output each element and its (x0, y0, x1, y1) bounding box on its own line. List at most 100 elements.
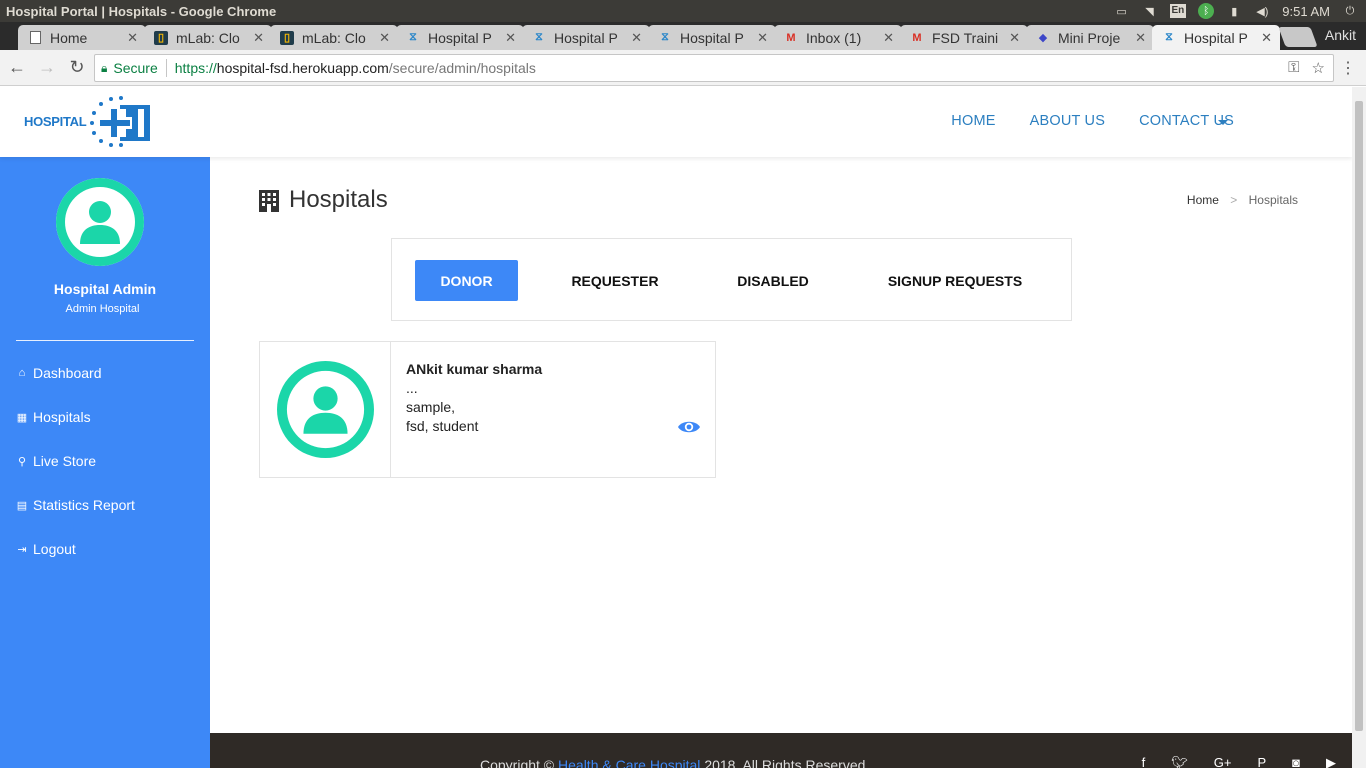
logout-icon: ⇥ (17, 544, 27, 556)
scrollbar-thumb[interactable] (1355, 101, 1363, 731)
copyright-link[interactable]: Health & Care Hospital (558, 757, 700, 768)
copyright-prefix: Copyright © (480, 757, 555, 768)
social-links: f 🐦︎ G+ P ◙ ▶ (1142, 755, 1336, 768)
google-plus-icon[interactable]: G+ (1214, 755, 1232, 768)
donor-name: ANkit kumar sharma (406, 361, 543, 377)
browser-tab-strip: Home ✕ ▯ mLab: Clo ✕ ▯ mLab: Clo ✕ ⧖ Hos… (0, 22, 1366, 50)
system-tray: ▭ ◥ En ᛒ ▮ ◀) 9:51 AM ⏻ (1114, 3, 1366, 19)
close-icon[interactable]: ✕ (1261, 30, 1272, 46)
doc-icon (28, 31, 42, 45)
main-nav: HOME ABOUT US CONTACT US (951, 113, 1234, 129)
star-icon[interactable]: ☆ (1312, 59, 1325, 77)
back-icon[interactable]: ← (4, 55, 30, 81)
close-icon[interactable]: ✕ (505, 30, 516, 46)
tab-title: Hospital P (428, 29, 492, 46)
tab-requester[interactable]: REQUESTER (550, 260, 680, 301)
tab-disabled[interactable]: DISABLED (712, 260, 834, 301)
browser-tab[interactable]: ▯ mLab: Clo ✕ (270, 25, 398, 50)
close-icon[interactable]: ✕ (757, 30, 768, 46)
key-icon[interactable]: ⚿ (1288, 59, 1299, 77)
sidebar-item-hospitals[interactable]: ▦ Hospitals (16, 409, 135, 453)
new-tab-button[interactable] (1278, 27, 1318, 47)
sidebar-item-dashboard[interactable]: ⌂ Dashboard (16, 365, 135, 409)
twitter-icon[interactable]: 🐦︎ (1171, 755, 1188, 768)
url-path[interactable]: /secure/admin/hospitals (389, 60, 536, 76)
sidebar-item-live-store[interactable]: ⚲ Live Store (16, 453, 135, 497)
browser-tab[interactable]: ⧖ Hospital P ✕ (522, 25, 650, 50)
bluetooth-icon[interactable]: ᛒ (1198, 3, 1215, 19)
close-icon[interactable]: ✕ (631, 30, 642, 46)
close-icon[interactable]: ✕ (127, 30, 138, 46)
gmail-icon: M (912, 31, 922, 44)
site-footer: Copyright © Health & Care Hospital 2018.… (210, 733, 1352, 768)
lock-icon[interactable]: 🔒︎ (101, 61, 107, 76)
instagram-icon[interactable]: ◙ (1292, 755, 1300, 768)
donor-card: ANkit kumar sharma ... sample, fsd, stud… (259, 341, 716, 478)
sidebar-menu: ⌂ Dashboard ▦ Hospitals ⚲ Live Store ▤ S… (16, 365, 135, 585)
tab-donor[interactable]: DONOR (415, 260, 518, 301)
url-scheme[interactable]: https:// (175, 60, 217, 76)
donor-detail: ... (406, 380, 418, 396)
hospital-cross-icon (90, 96, 151, 147)
browser-tab[interactable]: Home ✕ (18, 25, 146, 50)
browser-tab[interactable]: ▯ mLab: Clo ✕ (144, 25, 272, 50)
power-icon[interactable]: ⏻ (1342, 4, 1358, 18)
browser-tab[interactable]: M FSD Traini ✕ (900, 25, 1028, 50)
sidebar-item-label: Dashboard (33, 365, 102, 381)
close-icon[interactable]: ✕ (379, 30, 390, 46)
browser-tab[interactable]: M Inbox (1) ✕ (774, 25, 902, 50)
donor-detail: sample, (406, 399, 456, 415)
card-body: ANkit kumar sharma ... sample, fsd, stud… (406, 360, 542, 436)
reload-icon[interactable]: ↻ (64, 55, 90, 81)
os-title-bar: Hospital Portal | Hospitals - Google Chr… (0, 0, 1366, 22)
profile-button[interactable]: Ankit (1325, 27, 1356, 43)
breadcrumb: Home > Hospitals (1187, 193, 1298, 207)
close-icon[interactable]: ✕ (883, 30, 894, 46)
sidebar-item-label: Hospitals (33, 409, 91, 425)
screen-icon[interactable]: ▭ (1114, 4, 1130, 18)
url-host[interactable]: hospital-fsd.herokuapp.com (217, 60, 389, 76)
pinterest-icon[interactable]: P (1257, 755, 1266, 768)
mlab-icon: ▯ (280, 30, 294, 45)
browser-tab[interactable]: ⧖ Hospital P ✕ (648, 25, 776, 50)
keyboard-language[interactable]: En (1169, 4, 1187, 18)
tab-signup-requests[interactable]: SIGNUP REQUESTS (866, 260, 1044, 301)
tab-title: Mini Proje (1058, 29, 1121, 46)
facebook-icon[interactable]: f (1142, 755, 1146, 768)
tab-title: Hospital P (554, 29, 618, 46)
hospital-icon: ⧖ (535, 31, 543, 43)
close-icon[interactable]: ✕ (1009, 30, 1020, 46)
hospital-icon: ⧖ (661, 31, 669, 43)
browser-tab-active[interactable]: ⧖ Hospital P ✕ (1152, 25, 1280, 50)
site-logo[interactable]: HOSPITAL (24, 95, 154, 147)
nav-dropdown-caret-icon[interactable] (1218, 120, 1228, 125)
sidebar-item-label: Statistics Report (33, 497, 135, 513)
wifi-icon[interactable]: ◥ (1142, 4, 1158, 18)
close-icon[interactable]: ✕ (1135, 30, 1146, 46)
tab-title: mLab: Clo (302, 29, 366, 46)
close-icon[interactable]: ✕ (253, 30, 264, 46)
address-bar[interactable]: 🔒︎ Secure https:// hospital-fsd.herokuap… (94, 54, 1334, 82)
nav-home[interactable]: HOME (951, 113, 995, 129)
copyright: Copyright © Health & Care Hospital 2018.… (480, 757, 869, 768)
sidebar-item-statistics-report[interactable]: ▤ Statistics Report (16, 497, 135, 541)
browser-tab[interactable]: ◆ Mini Proje ✕ (1026, 25, 1154, 50)
user-icon (56, 178, 144, 266)
divider (165, 59, 167, 77)
browser-tab[interactable]: ⧖ Hospital P ✕ (396, 25, 524, 50)
view-eye-icon[interactable] (677, 419, 701, 435)
page-scrollbar[interactable] (1352, 87, 1366, 768)
secure-label[interactable]: Secure (113, 60, 157, 76)
browser-menu-icon[interactable]: ⋮ (1340, 58, 1356, 78)
tab-title: Hospital P (1184, 29, 1248, 46)
user-type-tabs: DONOR REQUESTER DISABLED SIGNUP REQUESTS (391, 238, 1072, 321)
sidebar-item-logout[interactable]: ⇥ Logout (16, 541, 135, 585)
volume-icon[interactable]: ◀) (1254, 4, 1270, 18)
forward-icon[interactable]: → (34, 55, 60, 81)
battery-icon[interactable]: ▮ (1226, 4, 1242, 18)
youtube-icon[interactable]: ▶ (1326, 755, 1336, 768)
clock[interactable]: 9:51 AM (1282, 4, 1330, 19)
avatar (56, 178, 144, 266)
breadcrumb-home[interactable]: Home (1187, 193, 1219, 207)
nav-about-us[interactable]: ABOUT US (1030, 113, 1105, 129)
